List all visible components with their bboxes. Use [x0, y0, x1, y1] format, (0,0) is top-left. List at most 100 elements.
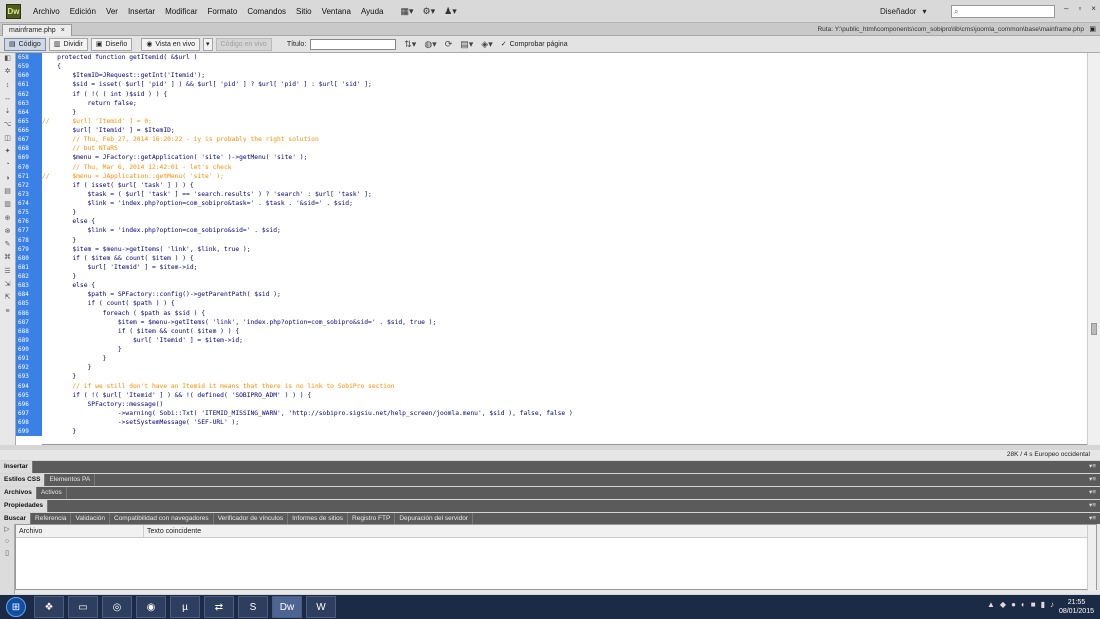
code-line[interactable]: $url[ 'Itemid' ] = $item->id;: [42, 263, 1087, 272]
code-line[interactable]: // $url[ 'Itemid' ] = 0;: [42, 117, 1087, 126]
coding-toolbar-icon[interactable]: ▤: [0, 186, 15, 197]
tab-insertar[interactable]: Insertar: [0, 461, 33, 473]
tab-elementos-pa[interactable]: Elementos PA: [45, 474, 96, 486]
panel-menu-icon[interactable]: ▾≡: [1089, 500, 1096, 512]
menu-comandos[interactable]: Comandos: [242, 0, 291, 23]
code-line[interactable]: {: [42, 62, 1087, 71]
volume-icon[interactable]: ♪: [1050, 600, 1054, 609]
coding-toolbar-icon[interactable]: ⌘: [0, 252, 15, 263]
coding-toolbar-icon[interactable]: ↔: [0, 93, 15, 104]
results-table[interactable]: Archivo Texto coincidente: [15, 524, 1097, 591]
clock[interactable]: 21:55 08/01/2015: [1059, 598, 1094, 616]
code-line[interactable]: ->setSystemMessage( 'SEF-URL' );: [42, 418, 1087, 427]
code-area[interactable]: protected function getItemid( &$url ) { …: [42, 53, 1087, 445]
dropbox-icon[interactable]: ❖: [34, 596, 64, 618]
column-archivo[interactable]: Archivo: [16, 525, 144, 537]
close-icon[interactable]: ×: [61, 25, 65, 36]
word-icon[interactable]: W: [306, 596, 336, 618]
panel-menu-icon[interactable]: ▾≡: [1089, 487, 1096, 499]
code-line[interactable]: // Thu, Feb 27, 2014 16:20:22 - iy is pr…: [42, 135, 1087, 144]
code-line[interactable]: $menu = JFactory::getApplication( 'site'…: [42, 153, 1087, 162]
tab-archivos[interactable]: Archivos: [0, 487, 37, 499]
menu-ventana[interactable]: Ventana: [317, 0, 356, 23]
coding-toolbar-icon[interactable]: ⊕: [0, 213, 15, 224]
coding-toolbar-icon[interactable]: ⇣: [0, 106, 15, 117]
code-line[interactable]: }: [42, 363, 1087, 372]
search-input[interactable]: ⌕: [951, 5, 1055, 18]
tab-propiedades[interactable]: Propiedades: [0, 500, 49, 512]
stop-icon[interactable]: ○: [0, 536, 14, 548]
preview-browser-icon[interactable]: ◍▾: [424, 39, 436, 50]
menu-ver[interactable]: Ver: [101, 0, 123, 23]
menu-modificar[interactable]: Modificar: [160, 0, 202, 23]
coding-toolbar-icon[interactable]: ◧: [0, 53, 15, 64]
split-view-button[interactable]: ▥ Dividir: [48, 37, 88, 51]
code-line[interactable]: }: [42, 236, 1087, 245]
coding-toolbar-icon[interactable]: ≡: [0, 306, 15, 317]
title-input[interactable]: [310, 38, 397, 50]
code-line[interactable]: return false;: [42, 99, 1087, 108]
code-line[interactable]: if ( !( $url[ 'Itemid' ] ) && !( defined…: [42, 391, 1087, 400]
column-texto-coincidente[interactable]: Texto coincidente: [144, 525, 201, 537]
code-line[interactable]: }: [42, 345, 1087, 354]
code-line[interactable]: $link = 'index.php?option=com_sobipro&si…: [42, 226, 1087, 235]
code-line[interactable]: $sid = isset( $url[ 'pid' ] ) && $url[ '…: [42, 80, 1087, 89]
user-icon[interactable]: ♟▾: [444, 6, 457, 17]
firefox-icon[interactable]: ◉: [136, 596, 166, 618]
minimize-button[interactable]: –: [1064, 4, 1068, 13]
code-line[interactable]: $task = ( $url[ 'task' ] == 'search.resu…: [42, 190, 1087, 199]
code-line[interactable]: else {: [42, 281, 1087, 290]
workspace-switcher[interactable]: Diseñador ▾: [880, 0, 926, 23]
tray-icon[interactable]: ▲: [987, 600, 995, 609]
code-view-button[interactable]: ▤ Código: [4, 37, 46, 51]
layout-icon[interactable]: ▦▾: [401, 6, 414, 17]
code-line[interactable]: if ( isset( $url[ 'task' ] ) ) {: [42, 181, 1087, 190]
chrome-icon[interactable]: ◎: [102, 596, 132, 618]
code-line[interactable]: $item = $menu->getItems( 'link', $link, …: [42, 245, 1087, 254]
tray-icon[interactable]: ●: [1011, 600, 1016, 609]
design-view-button[interactable]: ▣ Diseño: [90, 37, 133, 51]
code-line[interactable]: // $menu = JApplication::getMenu( 'site'…: [42, 172, 1087, 181]
code-line[interactable]: if ( !( ( int )$sid ) ) {: [42, 90, 1087, 99]
menu-ayuda[interactable]: Ayuda: [356, 0, 389, 23]
code-line[interactable]: }: [42, 208, 1087, 217]
maximize-button[interactable]: ▫: [1078, 4, 1081, 13]
tray-icon[interactable]: ◐: [1021, 600, 1026, 609]
menu-edicion[interactable]: Edición: [65, 0, 101, 23]
code-line[interactable]: }: [42, 108, 1087, 117]
live-code-button[interactable]: Código en vivo: [215, 37, 272, 51]
code-line[interactable]: }: [42, 372, 1087, 381]
coding-toolbar-icon[interactable]: ◔: [0, 159, 15, 170]
start-button[interactable]: ⊞: [6, 597, 26, 617]
live-view-dropdown[interactable]: ▾: [202, 37, 213, 51]
code-line[interactable]: else {: [42, 217, 1087, 226]
code-line[interactable]: protected function getItemid( &$url ): [42, 53, 1087, 62]
code-line[interactable]: $url[ 'Itemid' ] = $ItemID;: [42, 126, 1087, 135]
menu-archivo[interactable]: Archivo: [28, 0, 65, 23]
coding-toolbar-icon[interactable]: ⌥: [0, 119, 15, 130]
code-line[interactable]: }: [42, 272, 1087, 281]
coding-toolbar-icon[interactable]: ◑: [0, 173, 15, 184]
menu-formato[interactable]: Formato: [203, 0, 243, 23]
code-line[interactable]: }: [42, 354, 1087, 363]
tray-icon[interactable]: ■: [1031, 600, 1036, 609]
code-line[interactable]: $path = SPFactory::config()->getParentPa…: [42, 290, 1087, 299]
code-line[interactable]: $ItemID=JRequest::getInt('Itemid');: [42, 71, 1087, 80]
tab-estilos-css[interactable]: Estilos CSS: [0, 474, 46, 486]
skype-icon[interactable]: S: [238, 596, 268, 618]
close-button[interactable]: ×: [1091, 4, 1096, 13]
coding-toolbar-icon[interactable]: ✲: [0, 66, 15, 77]
coding-toolbar-icon[interactable]: ✎: [0, 239, 15, 250]
coding-toolbar-icon[interactable]: ↕: [0, 80, 15, 91]
view-options-icon[interactable]: ▤▾: [460, 39, 473, 50]
code-line[interactable]: if ( $item && count( $item ) ) {: [42, 254, 1087, 263]
code-line[interactable]: }: [42, 427, 1087, 436]
restore-icon[interactable]: ▣: [1089, 24, 1096, 35]
refresh-icon[interactable]: ⟳: [445, 39, 453, 50]
tab-mainframe[interactable]: mainframe.php ×: [2, 24, 72, 36]
live-view-button[interactable]: ◉ Vista en vivo: [141, 37, 200, 51]
panel-menu-icon[interactable]: ▾≡: [1089, 474, 1096, 486]
code-line[interactable]: ->warning( Sobi::Txt( 'ITEMID_MISSING_WA…: [42, 409, 1087, 418]
code-line[interactable]: foreach ( $path as $sid ) {: [42, 309, 1087, 318]
menu-insertar[interactable]: Insertar: [123, 0, 160, 23]
